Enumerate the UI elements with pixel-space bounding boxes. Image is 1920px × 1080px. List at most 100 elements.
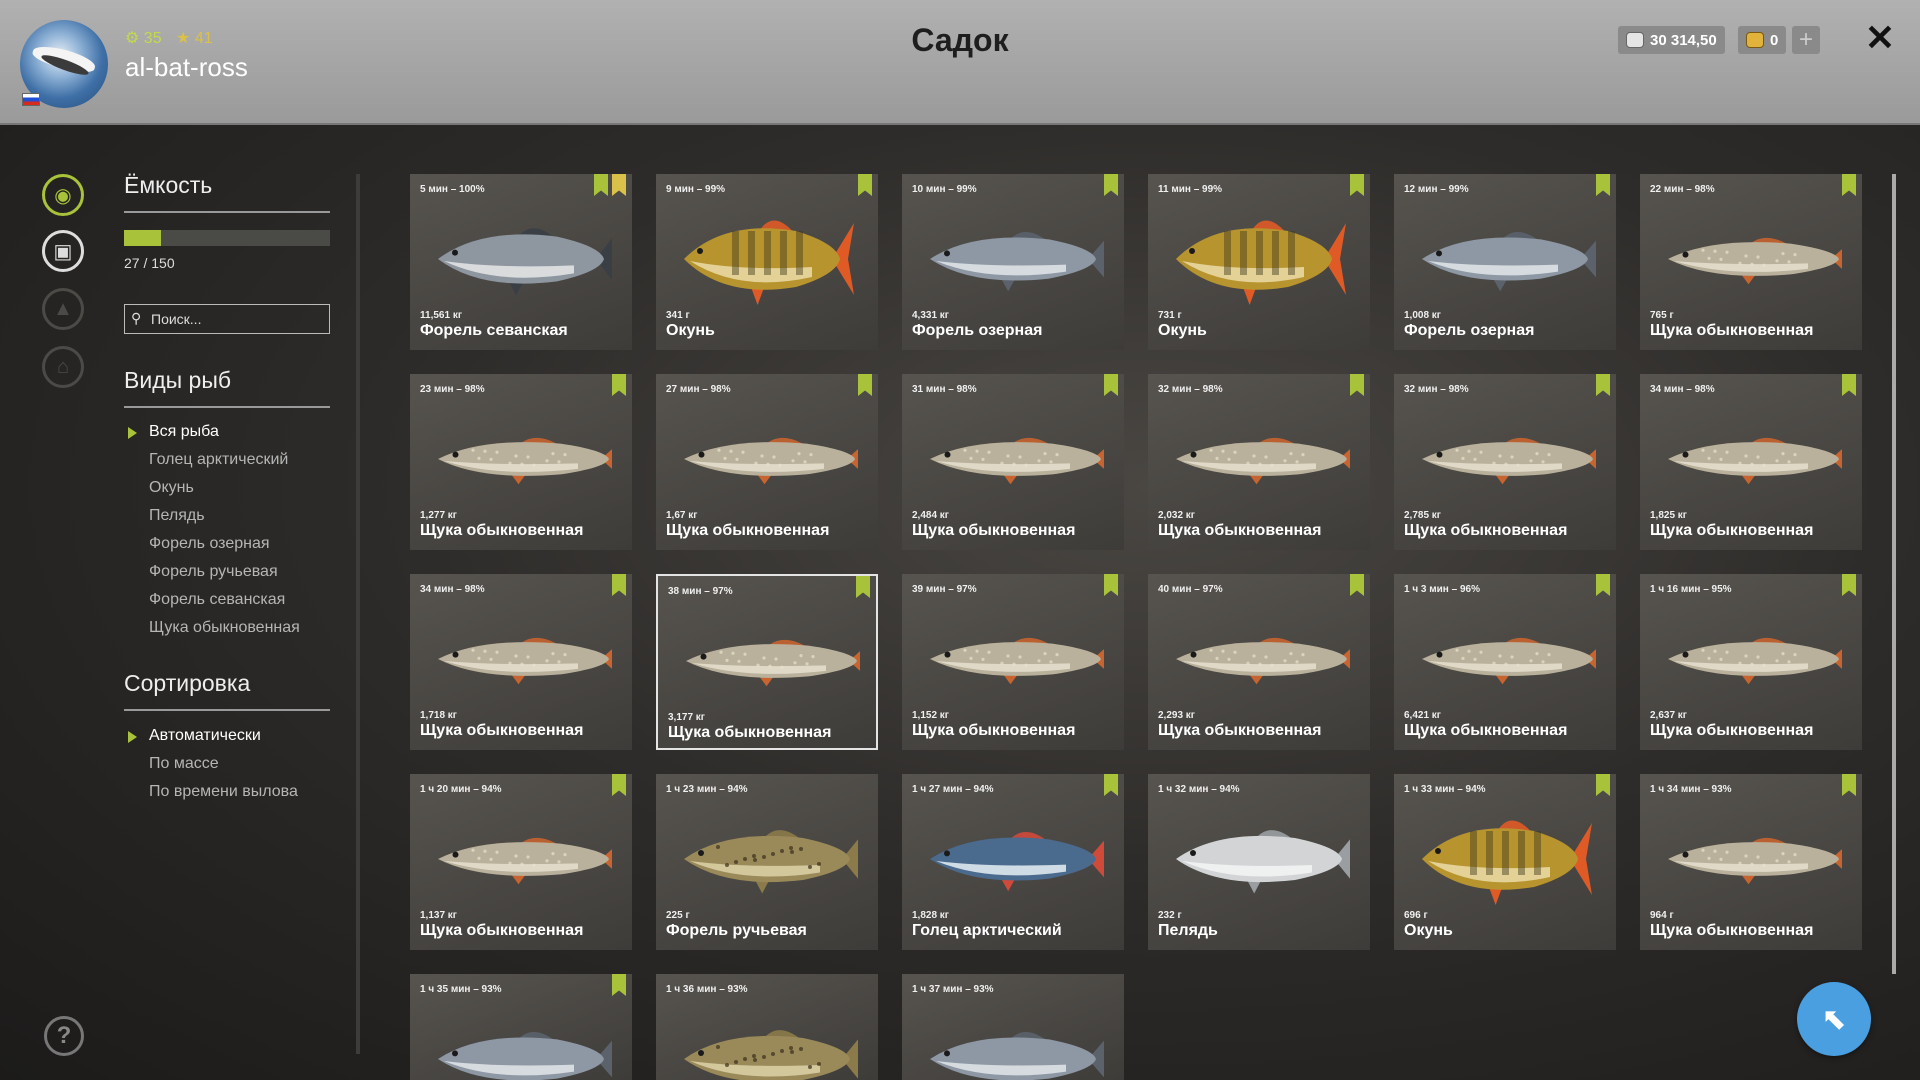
fish-weight: 2,484 кг <box>912 510 949 521</box>
fish-eye <box>452 451 459 458</box>
add-currency-button[interactable]: + <box>1792 26 1820 54</box>
bookmark-icon[interactable] <box>1842 774 1856 796</box>
bookmark-icon[interactable] <box>1104 374 1118 396</box>
bookmark-icon[interactable] <box>1596 174 1610 196</box>
bookmark-icon[interactable] <box>858 374 872 396</box>
fish-card[interactable]: 12 мин – 99% 1,008 кг Форель озерная <box>1394 174 1616 350</box>
species-item[interactable]: Форель озерная <box>124 530 300 558</box>
cursor-mode-button[interactable]: ⬉ <box>1797 982 1871 1056</box>
fish-eye <box>1190 850 1196 856</box>
bookmark-icon[interactable] <box>612 574 626 596</box>
fish-card[interactable]: 1 ч 23 мин – 94% 225 г Форель ручьевая <box>656 774 878 950</box>
fish-spot <box>1000 661 1004 665</box>
perch-fish-image <box>684 220 854 305</box>
sort-item[interactable]: По массе <box>124 750 298 778</box>
fish-card[interactable]: 5 мин – 100% 11,561 кг Форель севанская <box>410 174 632 350</box>
fish-card[interactable]: 34 мин – 98% 1,718 кг Щука обыкновенная <box>410 574 632 750</box>
fish-spot <box>987 450 991 454</box>
fish-card[interactable]: 1 ч 32 мин – 94% 232 г Пелядь <box>1148 774 1370 950</box>
species-item[interactable]: Вся рыба <box>124 418 300 446</box>
fish-card[interactable]: 34 мин – 98% 1,825 кг Щука обыкновенная <box>1640 374 1862 550</box>
fish-spot <box>1233 450 1237 454</box>
sort-item[interactable]: Автоматически <box>124 722 298 750</box>
fish-card[interactable]: 10 мин – 99% 4,331 кг Форель озерная <box>902 174 1124 350</box>
species-item[interactable]: Окунь <box>124 474 300 502</box>
fish-card[interactable]: 22 мин – 98% 765 г Щука обыкновенная <box>1640 174 1862 350</box>
selected-arrow-icon <box>128 427 137 439</box>
fish-card[interactable]: 1 ч 35 мин – 93% <box>410 974 632 1080</box>
help-icon[interactable]: ? <box>44 1016 84 1056</box>
bookmark-icon[interactable] <box>1842 174 1856 196</box>
bookmark-icon[interactable] <box>1104 174 1118 196</box>
bookmark-icon[interactable] <box>612 374 626 396</box>
fish-spot <box>1713 649 1717 653</box>
fish-spot <box>1467 449 1471 453</box>
bookmark-icon[interactable] <box>1596 374 1610 396</box>
fish-card[interactable]: 1 ч 33 мин – 94% 696 г Окунь <box>1394 774 1616 950</box>
species-item[interactable]: Щука обыкновенная <box>124 614 300 642</box>
fish-card[interactable]: 1 ч 3 мин – 96% 6,421 кг Щука обыкновенная <box>1394 574 1616 750</box>
bookmark-icon[interactable] <box>594 174 608 196</box>
species-item[interactable]: Голец арктический <box>124 446 300 474</box>
fish-card[interactable]: 31 мин – 98% 2,484 кг Щука обыкновенная <box>902 374 1124 550</box>
fish-card[interactable]: 38 мин – 97% 3,177 кг Щука обыкновенная <box>656 574 878 750</box>
fish-card[interactable]: 32 мин – 98% 2,032 кг Щука обыкновенная <box>1148 374 1370 550</box>
fish-card[interactable]: 40 мин – 97% 2,293 кг Щука обыкновенная <box>1148 574 1370 750</box>
bookmark-icon[interactable] <box>612 974 626 996</box>
bookmark-icon[interactable] <box>1350 574 1364 596</box>
backpack-icon[interactable]: ▣ <box>42 230 84 272</box>
bookmark-icon[interactable] <box>1842 374 1856 396</box>
fish-spot <box>1793 253 1797 257</box>
fish-spot <box>1221 449 1225 453</box>
fish-card[interactable]: 1 ч 16 мин – 95% 2,637 кг Щука обыкновенна… <box>1640 574 1862 750</box>
fish-spot <box>753 1058 757 1062</box>
bookmark-icon[interactable] <box>1350 374 1364 396</box>
species-item[interactable]: Форель севанская <box>124 586 300 614</box>
fish-card[interactable]: 23 мин – 98% 1,277 кг Щука обыкновенная <box>410 374 632 550</box>
fish-weight: 225 г <box>666 910 690 921</box>
pike-fish-image <box>1422 437 1596 485</box>
fish-card[interactable]: 1 ч 34 мин – 93% 964 г Щука обыкновенная <box>1640 774 1862 950</box>
bookmark-icon[interactable] <box>858 174 872 196</box>
fish-card[interactable]: 1 ч 27 мин – 94% 1,828 кг Голец арктически… <box>902 774 1124 950</box>
gold-balance[interactable]: 0 <box>1738 26 1787 54</box>
fish-weight: 2,637 кг <box>1650 710 1687 721</box>
fish-spot <box>545 659 549 663</box>
fish-card[interactable]: 27 мин – 98% 1,67 кг Щука обыкновенная <box>656 374 878 550</box>
star-bookmark-icon[interactable] <box>612 174 626 196</box>
fish-card[interactable]: 1 ч 37 мин – 93% <box>902 974 1124 1080</box>
fish-spot <box>551 452 555 456</box>
fish-card[interactable]: 32 мин – 98% 2,785 кг Щука обыкновенная <box>1394 374 1616 550</box>
search-input[interactable] <box>124 304 330 334</box>
fish-spot <box>1270 463 1274 467</box>
sort-item[interactable]: По времени вылова <box>124 778 298 806</box>
species-item[interactable]: Пелядь <box>124 502 300 530</box>
bookmark-icon[interactable] <box>1104 574 1118 596</box>
fish-card[interactable]: 1 ч 36 мин – 93% <box>656 974 878 1080</box>
fish-spot <box>1535 452 1539 456</box>
bookmark-icon[interactable] <box>1104 774 1118 796</box>
bookmark-icon[interactable] <box>612 774 626 796</box>
char-fish-image <box>930 832 1104 892</box>
catch-time: 10 мин – 99% <box>912 184 977 195</box>
bookmark-icon[interactable] <box>1596 774 1610 796</box>
bookmark-icon[interactable] <box>1350 174 1364 196</box>
fish-card[interactable]: 39 мин – 97% 1,152 кг Щука обыкновенная <box>902 574 1124 750</box>
fish-card[interactable]: 1 ч 20 мин – 94% 1,137 кг Щука обыкновенна… <box>410 774 632 950</box>
fish-keepnet-icon[interactable]: ◉ <box>42 174 84 216</box>
fish-spot <box>1473 457 1477 461</box>
bookmark-icon[interactable] <box>1842 574 1856 596</box>
silver-balance[interactable]: 30 314,50 <box>1618 26 1725 54</box>
species-item[interactable]: Форель ручьевая <box>124 558 300 586</box>
scrollbar[interactable] <box>1892 174 1896 974</box>
close-button[interactable]: ✕ <box>1862 20 1898 56</box>
fish-card[interactable]: 9 мин – 99% 341 г Окунь <box>656 174 878 350</box>
bookmark-icon[interactable] <box>1596 574 1610 596</box>
bookmark-icon[interactable] <box>856 576 870 598</box>
home-icon[interactable]: ⌂ <box>42 346 84 388</box>
tent-icon[interactable]: ▲ <box>42 288 84 330</box>
sort-title: Сортировка <box>124 670 330 711</box>
fish-spot <box>753 858 757 862</box>
fish-card[interactable]: 11 мин – 99% 731 г Окунь <box>1148 174 1370 350</box>
fish-eye <box>1682 851 1689 858</box>
